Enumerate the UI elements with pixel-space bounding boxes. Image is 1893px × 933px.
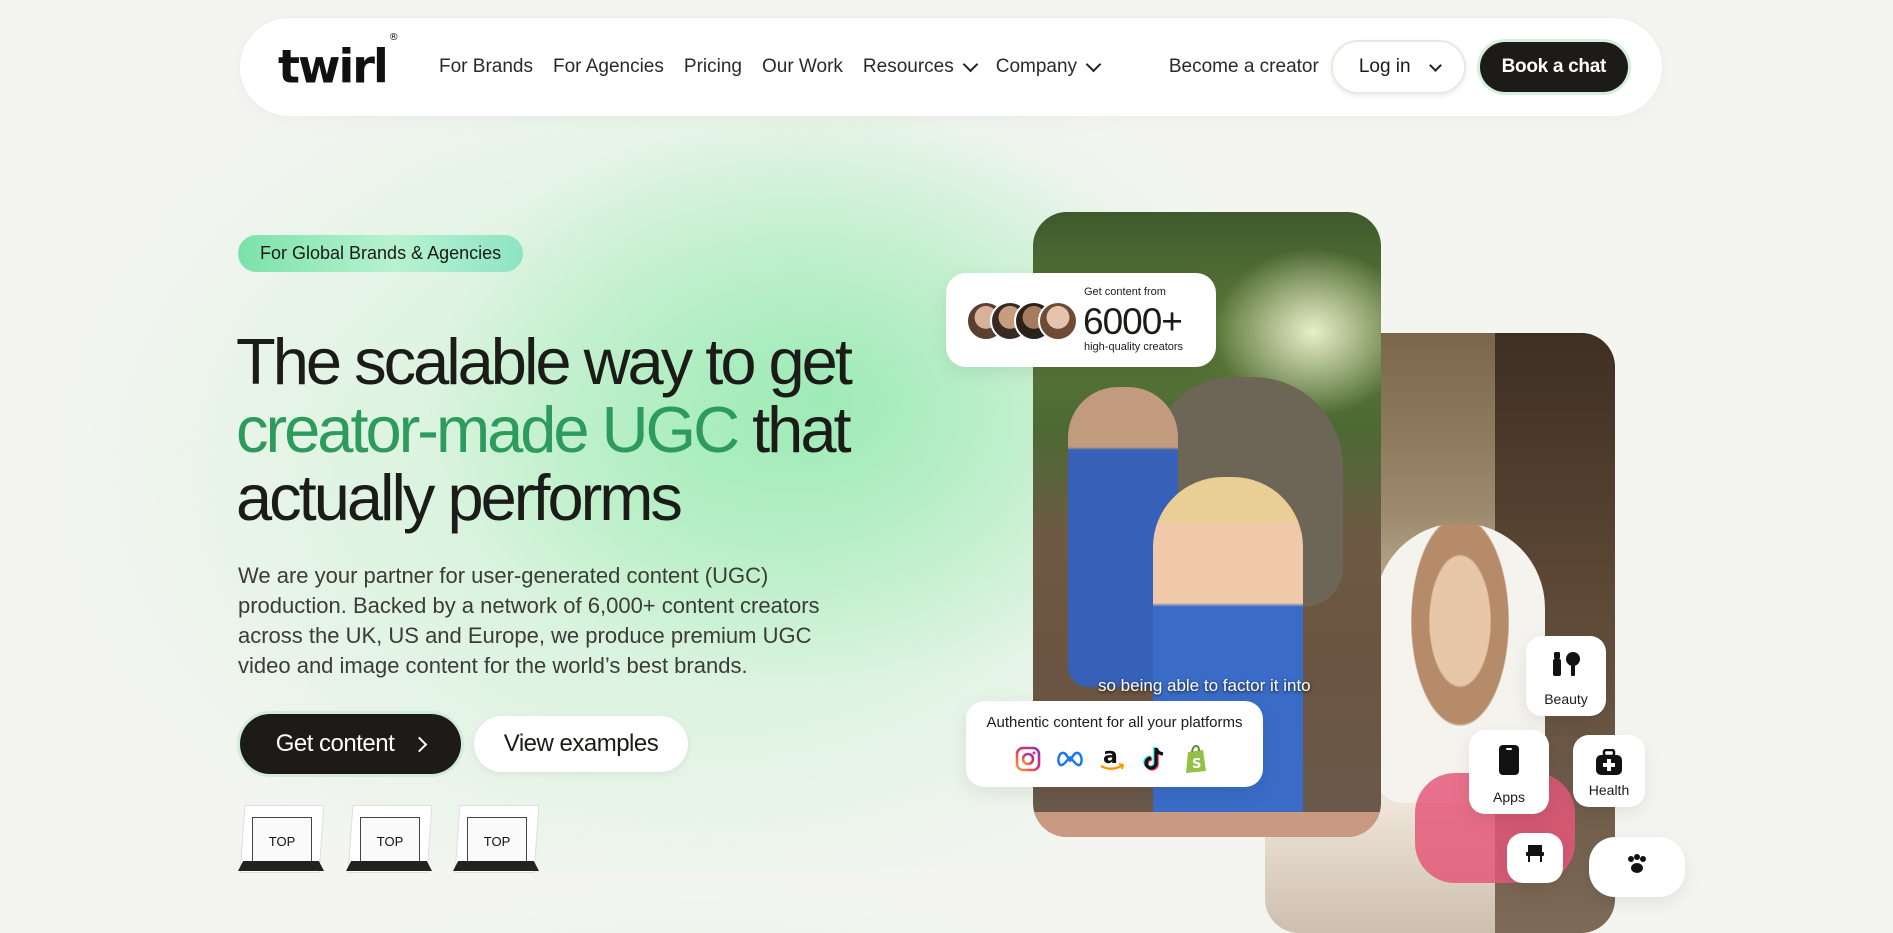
award-badge: TOP xyxy=(238,805,325,873)
audience-badge: For Global Brands & Agencies xyxy=(238,235,524,272)
nav-link-label: For Brands xyxy=(439,56,533,77)
nav-link-pricing[interactable]: Pricing xyxy=(684,56,742,78)
top-navigation: twirl® For Brands For Agencies Pricing O… xyxy=(240,18,1662,116)
category-tile[interactable] xyxy=(1589,837,1685,897)
svg-text:a: a xyxy=(1103,745,1118,769)
logo[interactable]: twirl® xyxy=(278,32,399,94)
tiktok-icon xyxy=(1140,745,1168,773)
svg-text:S: S xyxy=(1192,757,1201,772)
medical-kit-icon xyxy=(1596,749,1622,775)
nav-link-our-work[interactable]: Our Work xyxy=(762,56,843,78)
category-beauty[interactable]: Beauty xyxy=(1526,636,1606,716)
book-chat-button[interactable]: Book a chat xyxy=(1479,42,1628,92)
award-ribbon xyxy=(238,861,324,871)
amazon-icon: a xyxy=(1098,745,1126,773)
stat-label-top: Get content from xyxy=(1084,286,1166,298)
meta-icon xyxy=(1056,745,1084,773)
beauty-icon xyxy=(1553,652,1580,676)
category-tile[interactable] xyxy=(1507,833,1563,883)
nav-link-resources[interactable]: Resources xyxy=(862,56,979,78)
nav-actions: Become a creator Log in Book a chat xyxy=(1169,18,1628,116)
login-label: Log in xyxy=(1358,56,1411,77)
arm-figure xyxy=(1033,812,1381,837)
category-label: Apps xyxy=(1493,789,1525,805)
award-badge: TOP xyxy=(453,805,540,873)
nav-link-label: Our Work xyxy=(761,56,843,77)
logo-registered-mark: ® xyxy=(388,32,399,43)
shopify-icon: S xyxy=(1182,744,1210,773)
chevron-down-icon xyxy=(1428,58,1442,72)
award-label: TOP xyxy=(360,817,420,865)
chevron-down-icon xyxy=(1085,56,1102,72)
nav-link-label: For Agencies xyxy=(552,56,664,77)
avatar xyxy=(1038,301,1078,341)
nav-link-label: Pricing xyxy=(683,56,742,77)
platforms-title: Authentic content for all your platforms xyxy=(986,714,1243,731)
platform-icons: a S xyxy=(1014,744,1210,773)
headline-line-2: that xyxy=(737,393,851,466)
nav-link-label: Company xyxy=(995,56,1078,77)
award-label: TOP xyxy=(252,817,312,865)
creator-avatars xyxy=(966,301,1078,341)
logo-text: twirl xyxy=(278,39,389,94)
category-apps[interactable]: Apps xyxy=(1469,730,1549,814)
nav-link-company[interactable]: Company xyxy=(995,56,1102,78)
instagram-icon xyxy=(1014,745,1042,773)
hero-headline: The scalable way to get creator-made UGC … xyxy=(236,328,876,532)
nav-link-for-agencies[interactable]: For Agencies xyxy=(553,56,664,78)
video-caption: so being able to factor it into xyxy=(1098,676,1311,695)
nav-links: For Brands For Agencies Pricing Our Work… xyxy=(439,18,1119,116)
category-label: Beauty xyxy=(1544,691,1588,707)
award-label: TOP xyxy=(467,817,527,865)
chair-icon xyxy=(1526,845,1544,862)
headline-line-1: The scalable way to get xyxy=(236,325,853,398)
headline-highlight: creator-made UGC xyxy=(236,393,740,466)
award-ribbon xyxy=(453,861,539,871)
nav-link-for-brands[interactable]: For Brands xyxy=(439,56,533,78)
platforms-card: Authentic content for all your platforms… xyxy=(966,701,1263,787)
award-ribbon xyxy=(346,861,432,871)
paw-icon xyxy=(1628,854,1646,873)
view-examples-button[interactable]: View examples xyxy=(474,716,688,772)
get-content-label: Get content xyxy=(275,730,395,757)
become-creator-link[interactable]: Become a creator xyxy=(1169,56,1319,78)
category-health[interactable]: Health xyxy=(1573,735,1645,807)
chevron-right-icon xyxy=(412,736,428,752)
get-content-button[interactable]: Get content xyxy=(240,714,461,774)
nav-link-label: Resources xyxy=(862,56,954,77)
chevron-down-icon xyxy=(962,56,979,72)
stat-number: 6000+ xyxy=(1083,301,1183,342)
hero-description: We are your partner for user-generated c… xyxy=(238,563,820,678)
category-label: Health xyxy=(1588,782,1630,798)
login-button[interactable]: Log in xyxy=(1330,40,1466,94)
stat-label-bottom: high-quality creators xyxy=(1084,341,1184,353)
phone-icon xyxy=(1499,745,1519,775)
award-badge: TOP xyxy=(346,805,433,873)
creators-stat-card: Get content from 6000+ high-quality crea… xyxy=(946,273,1216,367)
headline-line-3: actually performs xyxy=(236,461,683,534)
